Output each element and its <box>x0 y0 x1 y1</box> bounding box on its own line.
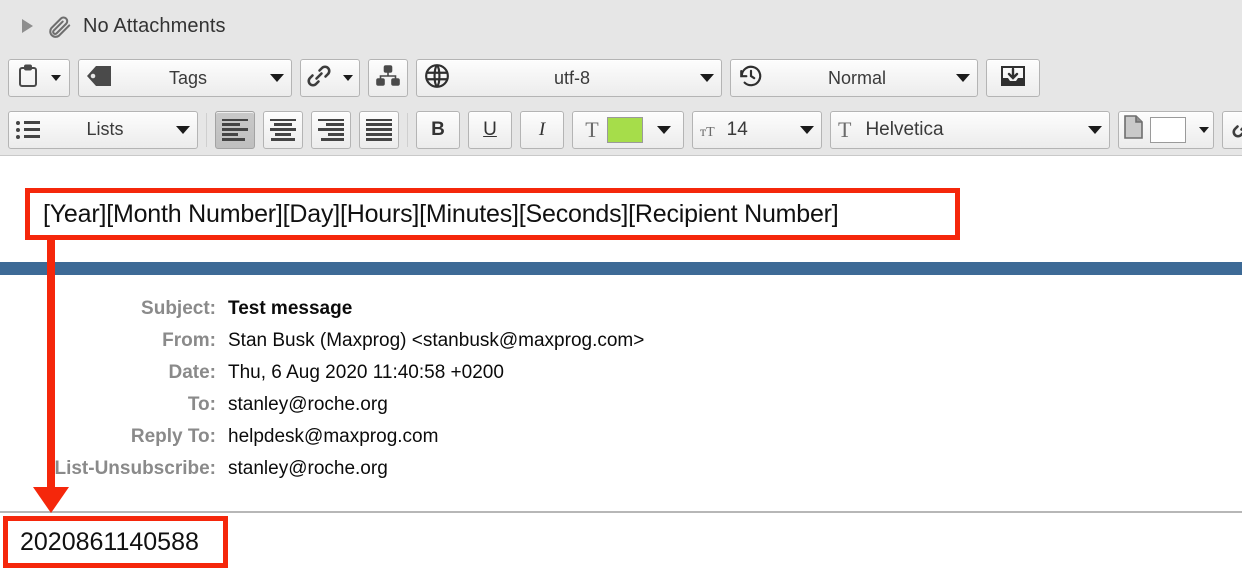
inbox-download-icon <box>1000 64 1026 93</box>
align-left-button[interactable] <box>215 110 255 149</box>
italic-icon: I <box>538 118 546 140</box>
chevron-down-icon[interactable] <box>956 74 970 82</box>
header-label: List-Unsubscribe: <box>54 458 216 479</box>
header-value: Thu, 6 Aug 2020 11:40:58 +0200 <box>228 362 504 383</box>
page-icon <box>1123 115 1143 144</box>
chevron-down-icon[interactable] <box>656 125 671 134</box>
header-label: Subject: <box>141 298 216 319</box>
align-center-icon <box>270 118 296 141</box>
chevron-down-icon[interactable] <box>700 74 714 82</box>
tag-icon <box>86 65 112 92</box>
tags-label: Tags <box>168 67 208 88</box>
attachments-label: No Attachments <box>83 14 226 37</box>
page-color-button[interactable] <box>1118 110 1214 149</box>
bold-icon: B <box>431 118 445 140</box>
font-family-combo[interactable]: T Helvetica <box>830 110 1110 149</box>
toolbar-row-primary: Tags utf-8 Normal <box>0 52 1242 104</box>
header-label: To: <box>187 394 216 415</box>
chevron-down-icon[interactable] <box>800 125 814 134</box>
annotation-arrow-shaft <box>47 236 55 494</box>
bold-button[interactable]: B <box>416 110 460 149</box>
text-color-button[interactable]: T <box>572 110 684 149</box>
italic-button[interactable]: I <box>520 110 564 149</box>
header-value: stanley@roche.org <box>228 394 388 415</box>
clipboard-icon <box>17 64 39 93</box>
font-size-combo[interactable]: ᴛT 14 <box>692 110 822 149</box>
header-row: List-Unsubscribe: stanley@roche.org <box>0 458 1000 481</box>
insert-link-button[interactable] <box>1222 110 1242 149</box>
globe-icon <box>424 63 450 94</box>
chevron-down-icon[interactable] <box>343 75 353 81</box>
header-value: Test message <box>228 298 353 319</box>
clock-history-icon <box>738 63 764 94</box>
priority-combo[interactable]: Normal <box>730 59 978 97</box>
font-family-glyph-icon: T <box>838 116 852 142</box>
header-row: Subject: Test message <box>0 298 1000 321</box>
chevron-down-icon[interactable] <box>176 125 190 134</box>
template-button[interactable] <box>8 59 70 97</box>
header-row: From: Stan Busk (Maxprog) <stanbusk@maxpr… <box>0 330 1000 353</box>
link-icon <box>1232 116 1242 143</box>
lists-combo[interactable]: Lists <box>8 110 198 149</box>
header-value: helpdesk@maxprog.com <box>228 426 439 447</box>
save-button[interactable] <box>986 59 1040 97</box>
align-right-icon <box>318 118 344 141</box>
align-center-button[interactable] <box>263 110 303 149</box>
underline-button[interactable]: U <box>468 110 512 149</box>
header-row: To: stanley@roche.org <box>0 394 1000 417</box>
header-value: stanley@roche.org <box>228 458 388 479</box>
font-family-value: Helvetica <box>865 118 944 140</box>
align-justify-icon <box>366 118 392 141</box>
toolbar-separator <box>407 112 408 147</box>
tags-button[interactable]: Tags <box>78 59 292 97</box>
priority-label: Normal <box>827 67 886 88</box>
header-row: Date: Thu, 6 Aug 2020 11:40:58 +0200 <box>0 362 1000 385</box>
header-label: Date: <box>168 362 216 383</box>
font-size-glyph-icon: ᴛT <box>700 124 715 140</box>
underline-icon: U <box>483 118 497 140</box>
chevron-down-icon[interactable] <box>1199 126 1209 133</box>
link-button[interactable] <box>300 59 360 97</box>
align-justify-button[interactable] <box>359 110 399 149</box>
disclosure-triangle-icon[interactable] <box>22 19 33 33</box>
text-color-swatch[interactable] <box>606 116 643 143</box>
chevron-down-icon[interactable] <box>51 75 61 81</box>
align-left-icon <box>222 118 248 141</box>
text-color-glyph-icon: T <box>585 116 599 142</box>
header-row: Reply To: helpdesk@maxprog.com <box>0 426 1000 449</box>
chevron-down-icon[interactable] <box>1088 125 1102 134</box>
org-chart-icon <box>376 64 400 92</box>
header-value: Stan Busk (Maxprog) <stanbusk@maxprog.co… <box>228 330 645 351</box>
annotation-arrow-head <box>33 487 69 513</box>
body-divider <box>0 511 1242 513</box>
header-label: Reply To: <box>130 426 216 447</box>
resolved-value-text: 2020861140588 <box>20 527 199 556</box>
list-bullets-icon <box>16 120 40 139</box>
resolved-value-annotation-box: 2020861140588 <box>3 516 228 568</box>
paperclip-icon <box>47 13 73 39</box>
hierarchy-button[interactable] <box>368 59 408 97</box>
attachments-bar: No Attachments <box>0 0 1242 52</box>
toolbar-separator <box>206 112 207 147</box>
message-header-list: Subject: Test message From: Stan Busk (Maxp… <box>0 298 1000 490</box>
template-pattern-text: [Year][Month Number][Day][Hours][Minutes… <box>43 199 839 228</box>
chevron-down-icon[interactable] <box>270 74 284 82</box>
section-divider-bar <box>0 262 1242 275</box>
encoding-combo[interactable]: utf-8 <box>416 59 722 97</box>
link-icon <box>307 64 331 92</box>
page-color-swatch[interactable] <box>1150 116 1186 143</box>
align-right-button[interactable] <box>311 110 351 149</box>
toolbar-row-formatting: Lists B U I T ᴛT 14 T Helvetica <box>0 104 1242 156</box>
lists-label: Lists <box>86 119 124 139</box>
template-pattern-annotation-box: [Year][Month Number][Day][Hours][Minutes… <box>25 188 960 240</box>
encoding-label: utf-8 <box>553 67 591 88</box>
header-label: From: <box>162 330 216 351</box>
font-size-value: 14 <box>726 118 748 140</box>
